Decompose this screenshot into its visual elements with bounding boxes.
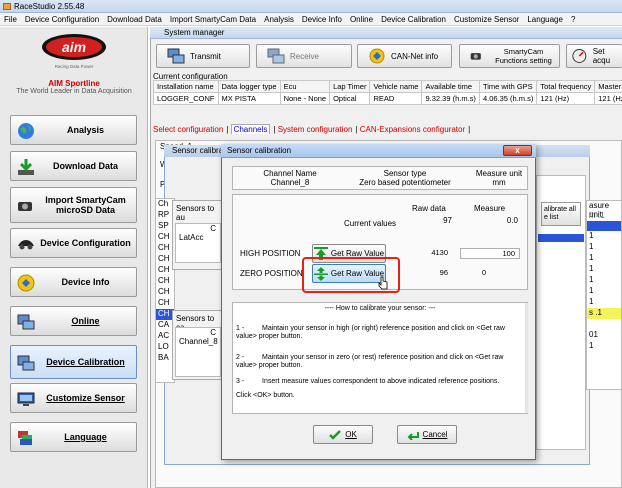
dialog-close-button[interactable]: x [503,145,532,156]
transmit-button[interactable]: Transmit [156,44,250,68]
menu-device-configuration[interactable]: Device Configuration [21,13,103,26]
background-right-panel: alibrate all e list [536,175,586,450]
menu-online[interactable]: Online [346,13,377,26]
tab-channels[interactable]: Channels [230,124,271,134]
cancel-arrow-icon [407,431,419,440]
aim-logo-subtext: Racing Data Power [55,64,94,69]
table-row[interactable]: LOGGER_CONF MX PISTA None - None Optical… [153,92,622,105]
monitor-icon [17,392,35,406]
sensors-calibrate-group: Sensors to ca C Channel_8 [172,310,224,380]
info-icon [369,48,385,64]
tab-can-expansions[interactable]: CAN-Expansions configurator [360,125,465,134]
app-logo-icon [3,3,11,10]
sidebar-button-import-smartycam[interactable]: Import SmartyCam microSD Data [10,187,137,223]
brand-tagline: The World Leader in Data Acquisition [16,88,132,95]
measure-unit-header: Measure unit [475,169,523,178]
sidebar-button-language[interactable]: Language [10,422,137,452]
sidebar-button-device-configuration[interactable]: Device Configuration [10,228,137,258]
menu-customize-sensor[interactable]: Customize Sensor [450,13,523,26]
smartycam-functions-button[interactable]: SmartyCam Functions setting [459,44,560,68]
measure-header: Measure [474,204,506,213]
computer-icon [167,48,185,64]
can-net-info-button[interactable]: CAN-Net info [357,44,452,68]
measure-unit-value: mm [492,178,506,187]
current-values-label: Current values [344,219,397,228]
menu-bar: File Device Configuration Download Data Imp… [0,13,622,26]
set-acquisition-button[interactable]: Set acqu [566,44,622,68]
step-2-text: Maintain your sensor in zero (or rest) r… [236,354,504,369]
menu-download-data[interactable]: Download Data [103,13,166,26]
menu-analysis[interactable]: Analysis [260,13,298,26]
download-icon [18,159,34,175]
app-title-bar: RaceStudio 2.55.48 [0,0,622,13]
sidebar: aim Racing Data Power AIM Sportline The … [0,27,148,488]
sensor-type-header: Sensor type [383,169,427,178]
table-header-row: Installation name Data logger type Ecu L… [153,80,622,93]
app-title: RaceStudio 2.55.48 [14,2,85,11]
step-3-text: Insert measure values correspondent to a… [262,378,500,385]
configuration-table: Installation name Data logger type Ecu L… [153,80,622,105]
highlight-box [302,257,400,293]
menu-file[interactable]: File [0,13,21,26]
system-manager-title: System manager [150,27,622,39]
tab-select-configuration[interactable]: Select configuration [153,125,223,134]
menu-language[interactable]: Language [523,13,567,26]
raw-data-header: Raw data [412,204,446,213]
sidebar-button-device-calibration[interactable]: Device Calibration [10,345,137,379]
flags-icon [18,431,32,445]
menu-help[interactable]: ? [567,13,579,26]
high-measure-input[interactable]: 100 [460,248,520,259]
computer-icon [267,48,285,64]
tab-system-configuration[interactable]: System configuration [278,125,353,134]
channel-name-header: Channel Name [263,169,317,178]
globe-icon [18,123,34,139]
menu-import-smartycam[interactable]: Import SmartyCam Data [166,13,260,26]
zero-raw-value: 96 [439,268,448,277]
dialog-title: Sensor calibration [221,144,536,158]
high-raw-value: 4130 [431,248,448,257]
sensor-type-value: Zero based potentiometer [359,178,451,187]
ok-button[interactable]: OK [313,425,373,444]
sidebar-button-customize-sensor[interactable]: Customize Sensor [10,383,137,413]
gauge-icon [572,49,587,63]
instructions-scrollbar[interactable] [525,303,528,413]
sidebar-button-device-info[interactable]: Device Info [10,267,137,297]
checkmark-icon [329,429,342,440]
menu-device-info[interactable]: Device Info [298,13,346,26]
cancel-button[interactable]: Cancel [397,425,457,444]
step-3-number: 3 - [236,378,245,385]
click-ok-text: Click <OK> button. [236,392,295,399]
brand-name: AIM Sportline [48,79,100,88]
calibrate-all-button[interactable]: alibrate all e list [541,202,581,226]
sidebar-button-analysis[interactable]: Analysis [10,115,137,145]
car-icon [18,240,34,250]
svg-text:aim: aim [62,39,86,55]
computer-icon [17,355,35,371]
sidebar-button-download-data[interactable]: Download Data [10,151,137,181]
config-tabs: Select configuration | Channels | System c… [153,124,471,134]
sensors-auto-group: Sensors to au C LatAcc [172,200,224,270]
camera-icon [470,53,481,60]
current-raw-value: 97 [443,216,452,225]
zero-position-label: ZERO POSITION [240,269,303,278]
step-1-text: Maintain your sensor in high (or right) … [236,325,505,340]
high-position-label: HIGH POSITION [240,249,301,258]
sidebar-button-online[interactable]: Online [10,306,137,336]
computer-icon [17,314,35,330]
channel-name-value: Channel_8 [270,178,310,187]
current-measure-value: 0.0 [506,216,518,225]
menu-device-calibration[interactable]: Device Calibration [377,13,450,26]
camera-icon [18,202,32,211]
zero-measure-value[interactable]: 0 [460,268,512,279]
aim-logo: aim Racing Data Power [42,34,106,69]
receive-button[interactable]: Receive [256,44,352,68]
howto-title: ---- How to calibrate your sensor: --- [324,305,436,312]
info-icon [17,274,35,292]
measure-unit-column: asure unit /h .1 1 1 1 1 1 1 1 s .1 01 1 [586,200,622,390]
